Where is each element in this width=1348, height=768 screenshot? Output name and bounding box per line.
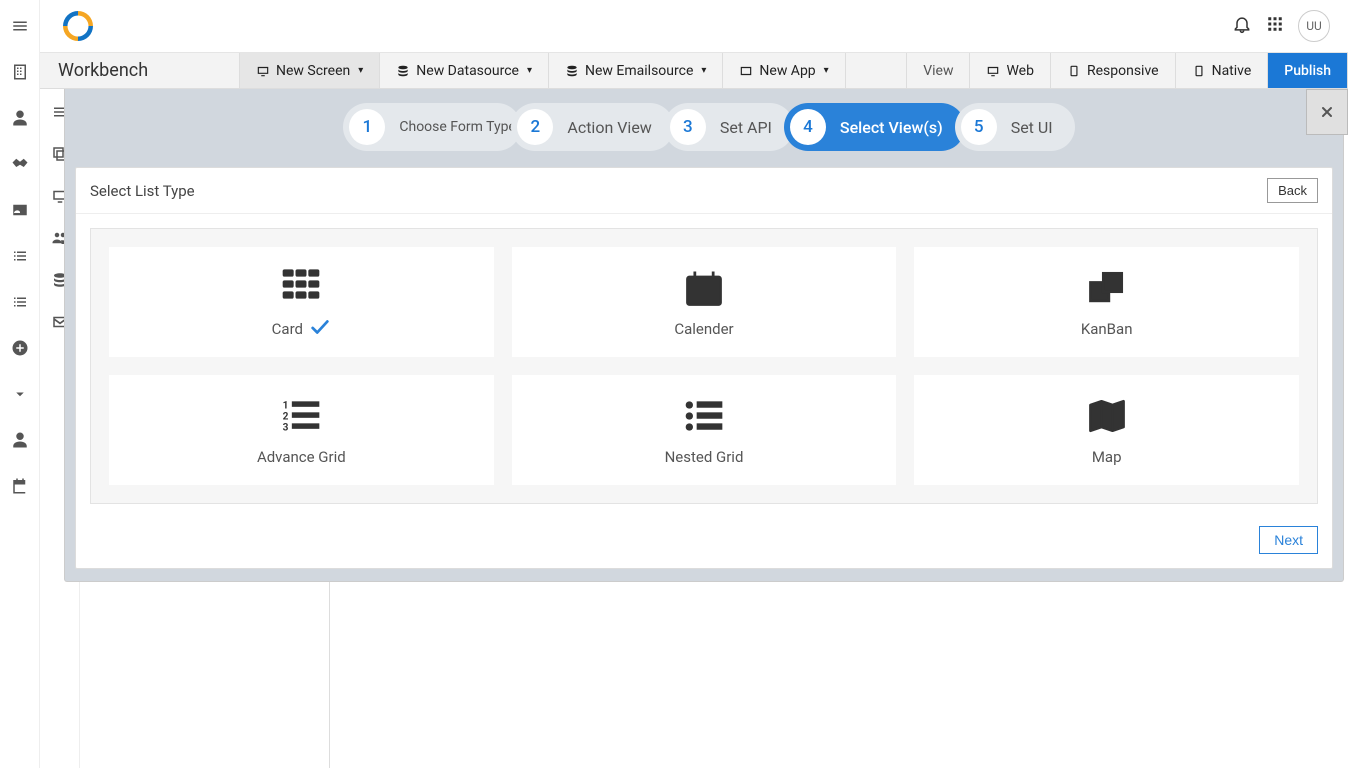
- step-label: Choose Form Type: [399, 119, 499, 135]
- new-app-button[interactable]: New App ▾: [723, 53, 845, 88]
- chevron-down-icon[interactable]: [8, 382, 32, 406]
- publish-label: Publish: [1284, 63, 1331, 79]
- tile-advance-grid[interactable]: 123 Advance Grid: [109, 375, 494, 485]
- tile-kanban[interactable]: KanBan: [914, 247, 1299, 357]
- tile-label: Nested Grid: [665, 448, 744, 466]
- view-label: View: [906, 53, 970, 88]
- bulleted-list-icon: [682, 394, 726, 438]
- list-icon[interactable]: [8, 244, 32, 268]
- wizard-step-3[interactable]: 3 Set API: [664, 103, 794, 151]
- tile-nested-grid[interactable]: Nested Grid: [512, 375, 897, 485]
- tile-calendar[interactable]: Calender: [512, 247, 897, 357]
- svg-text:2: 2: [283, 412, 289, 423]
- device-native-label: Native: [1212, 63, 1252, 79]
- workbench-title: Workbench: [40, 53, 240, 88]
- user-avatar[interactable]: UU: [1298, 10, 1330, 42]
- panel-heading: Select List Type: [90, 182, 195, 200]
- new-datasource-button[interactable]: New Datasource ▾: [380, 53, 549, 88]
- tile-label: Map: [1092, 448, 1122, 466]
- ribbon: Workbench New Screen ▾ New Datasource ▾ Ne…: [40, 53, 1348, 89]
- caret-down-icon: ▾: [358, 66, 363, 76]
- map-icon: [1085, 394, 1129, 438]
- caret-down-icon: ▾: [701, 66, 706, 76]
- id-card-icon[interactable]: [8, 198, 32, 222]
- wizard-step-5[interactable]: 5 Set UI: [955, 103, 1075, 151]
- caret-down-icon: ▾: [824, 66, 829, 76]
- svg-text:1: 1: [283, 401, 289, 412]
- new-emailsource-button[interactable]: New Emailsource ▾: [549, 53, 723, 88]
- step-number: 4: [790, 109, 826, 145]
- wizard-step-4[interactable]: 4 Select View(s): [784, 103, 965, 151]
- list-type-grid: Card Calender: [90, 228, 1318, 504]
- new-screen-button[interactable]: New Screen ▾: [240, 53, 380, 88]
- wizard-step-2[interactable]: 2 Action View: [511, 103, 673, 151]
- numbered-list-icon: 123: [279, 394, 323, 438]
- wizard-stepper: 1 Choose Form Type 2 Action View 3 Set A…: [65, 89, 1343, 167]
- step-label: Action View: [567, 118, 651, 137]
- device-web-label: Web: [1006, 63, 1034, 79]
- tile-label: Advance Grid: [257, 448, 346, 466]
- step-label: Set API: [720, 118, 772, 137]
- device-responsive-button[interactable]: Responsive: [1051, 53, 1176, 88]
- tile-map[interactable]: Map: [914, 375, 1299, 485]
- new-datasource-label: New Datasource: [416, 63, 519, 79]
- bell-icon[interactable]: [1232, 14, 1252, 38]
- close-modal-button[interactable]: [1306, 89, 1348, 135]
- calendar-small-icon[interactable]: [8, 474, 32, 498]
- app-logo-icon: [60, 8, 96, 44]
- step-number: 5: [961, 109, 997, 145]
- user2-icon[interactable]: [8, 428, 32, 452]
- caret-down-icon: ▾: [527, 66, 532, 76]
- device-web-button[interactable]: Web: [970, 53, 1051, 88]
- primary-rail: [0, 0, 40, 768]
- tile-card[interactable]: Card: [109, 247, 494, 357]
- step-label: Set UI: [1011, 118, 1053, 137]
- add-circle-icon[interactable]: [8, 336, 32, 360]
- menu-icon[interactable]: [8, 14, 32, 38]
- list-alt-icon[interactable]: [8, 290, 32, 314]
- new-emailsource-label: New Emailsource: [585, 63, 693, 79]
- wizard-modal: 1 Choose Form Type 2 Action View 3 Set A…: [64, 89, 1344, 582]
- device-native-button[interactable]: Native: [1176, 53, 1269, 88]
- device-responsive-label: Responsive: [1087, 63, 1159, 79]
- svg-text:3: 3: [283, 423, 289, 434]
- topbar: UU: [40, 0, 1348, 53]
- handshake-icon[interactable]: [8, 152, 32, 176]
- tile-label: KanBan: [1081, 320, 1133, 338]
- back-button[interactable]: Back: [1267, 178, 1318, 203]
- step-label: Select View(s): [840, 118, 943, 137]
- apps-grid-icon[interactable]: [1266, 15, 1284, 37]
- building-icon[interactable]: [8, 60, 32, 84]
- publish-button[interactable]: Publish: [1268, 53, 1348, 88]
- tile-label: Calender: [674, 320, 733, 338]
- step-number: 1: [349, 109, 385, 145]
- kanban-icon: [1085, 266, 1129, 310]
- user-icon[interactable]: [8, 106, 32, 130]
- step-number: 2: [517, 109, 553, 145]
- step-number: 3: [670, 109, 706, 145]
- calendar-icon: [682, 266, 726, 310]
- card-grid-icon: [279, 262, 323, 306]
- check-icon: [309, 316, 331, 342]
- tile-label: Card: [272, 320, 303, 338]
- new-screen-label: New Screen: [276, 63, 350, 79]
- next-button[interactable]: Next: [1259, 526, 1318, 554]
- select-view-panel: Select List Type Back Card: [75, 167, 1333, 569]
- new-app-label: New App: [759, 63, 815, 79]
- wizard-step-1[interactable]: 1 Choose Form Type: [343, 103, 521, 151]
